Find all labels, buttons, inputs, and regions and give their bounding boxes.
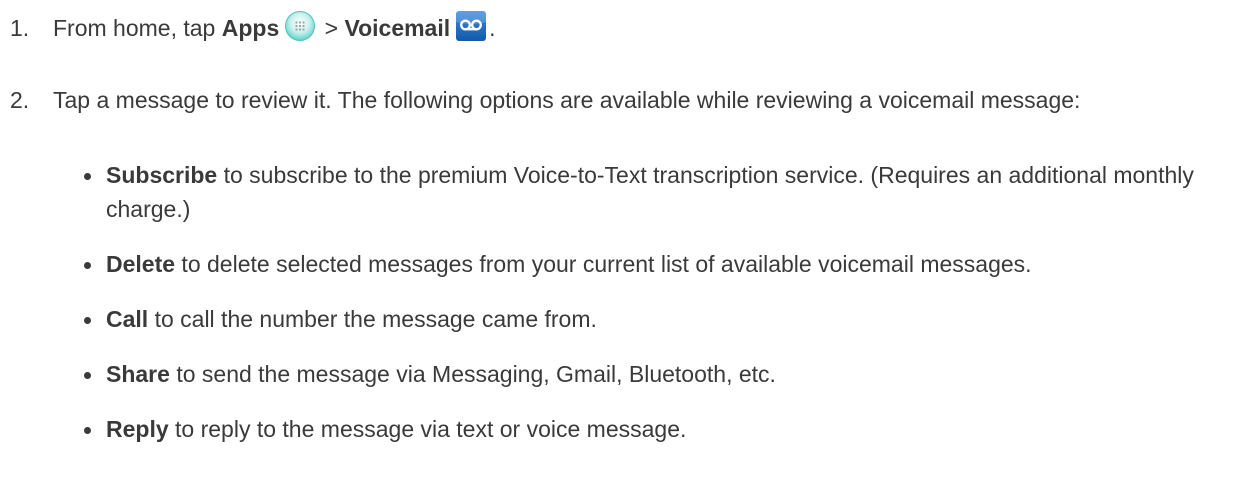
option-description: to subscribe to the premium Voice-to-Tex… xyxy=(106,162,1194,222)
option-description: to call the number the message came from… xyxy=(148,306,597,332)
step-1: 1. From home, tap Apps > Voicemail . xyxy=(10,10,1213,45)
step-number: 2. xyxy=(10,87,30,113)
apps-label: Apps xyxy=(221,15,280,41)
list-item-call: Call to call the number the message came… xyxy=(0,302,1213,336)
voicemail-icon xyxy=(455,10,487,42)
bullet-dot xyxy=(84,427,91,434)
bullet-dot xyxy=(84,317,91,324)
step-text: Tap a message to review it. The followin… xyxy=(53,87,1081,113)
apps-grid-icon xyxy=(284,10,316,42)
list-item-delete: Delete to delete selected messages from … xyxy=(0,247,1213,281)
bullet-dot xyxy=(84,262,91,269)
option-term: Delete xyxy=(106,251,176,277)
step-2: 2. Tap a message to review it. The follo… xyxy=(10,83,1213,117)
option-term: Subscribe xyxy=(106,162,218,188)
option-term: Share xyxy=(106,361,170,387)
option-description: to delete selected messages from your cu… xyxy=(175,251,1032,277)
bullet-dot xyxy=(84,372,91,379)
option-description: to reply to the message via text or voic… xyxy=(168,416,687,442)
options-list: Subscribe to subscribe to the premium Vo… xyxy=(0,158,1213,467)
option-description: to send the message via Messaging, Gmail… xyxy=(169,361,776,387)
list-item-reply: Reply to reply to the message via text o… xyxy=(0,412,1213,446)
option-term: Reply xyxy=(106,416,169,442)
bullet-dot xyxy=(84,173,91,180)
step-text-suffix: . xyxy=(489,15,496,41)
list-item-share: Share to send the message via Messaging,… xyxy=(0,357,1213,391)
step-separator: > xyxy=(318,15,345,41)
step-text-prefix: From home, tap xyxy=(53,15,222,41)
voicemail-label: Voicemail xyxy=(344,15,451,41)
list-item-subscribe: Subscribe to subscribe to the premium Vo… xyxy=(0,158,1213,226)
option-term: Call xyxy=(106,306,149,332)
step-number: 1. xyxy=(10,15,30,41)
